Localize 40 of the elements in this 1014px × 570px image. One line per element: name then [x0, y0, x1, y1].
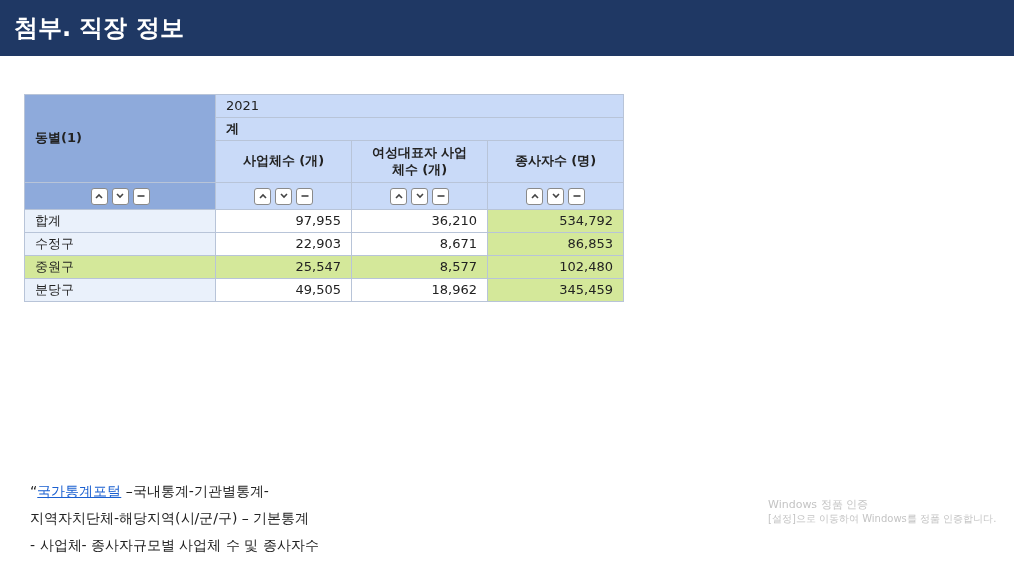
column-header-cell: 사업체수 (개)	[215, 140, 352, 183]
row-label-cell: 수정구	[24, 232, 216, 256]
column-header-cell: 종사자수 (명)	[487, 140, 624, 183]
table-cell: 36,210	[351, 209, 488, 233]
minus-button[interactable]	[568, 187, 585, 205]
row-label-cell: 분당구	[24, 278, 216, 302]
source-text: –국내통계-기관별통계-	[124, 483, 269, 499]
page-title: 첨부. 직장 정보	[14, 13, 184, 44]
table-cell: 25,547	[215, 255, 352, 279]
chevron-down-button[interactable]	[111, 187, 129, 205]
group-header-cell: 계	[215, 117, 624, 141]
table-cell: 345,459	[487, 278, 624, 302]
row-label-cell: 합계	[24, 209, 216, 233]
year-header-cell: 2021	[215, 94, 624, 118]
table-cell: 86,853	[487, 232, 624, 256]
chevron-up-button[interactable]	[254, 187, 271, 205]
minus-button[interactable]	[132, 187, 150, 205]
row-header-cell: 동별(1)	[24, 94, 216, 183]
source-text: - 사업체- 종사자규모별 사업체 수 및 종사자수	[30, 536, 319, 555]
minus-button[interactable]	[432, 187, 449, 205]
portal-link[interactable]: 국가통계포털	[37, 483, 122, 499]
table-cell: 18,962	[351, 278, 488, 302]
chevron-down-button[interactable]	[547, 187, 564, 205]
quote-mark: “	[30, 483, 38, 499]
chevron-up-button[interactable]	[390, 187, 407, 205]
table-cell: 534,792	[487, 209, 624, 233]
table-cell: 97,955	[215, 209, 352, 233]
chevron-down-button[interactable]	[411, 187, 428, 205]
row-label-cell: 중원구	[24, 255, 216, 279]
chevron-down-button[interactable]	[275, 187, 292, 205]
table-cell: 49,505	[215, 278, 352, 302]
chevron-up-button[interactable]	[526, 187, 543, 205]
column-header-cell: 여성대표자 사업 체수 (개)	[351, 140, 488, 183]
table-cell: 8,671	[351, 232, 488, 256]
table-cell: 22,903	[215, 232, 352, 256]
chevron-up-button[interactable]	[90, 187, 108, 205]
source-text: 지역자치단체-해당지역(시/군/구) – 기본통계	[30, 509, 311, 528]
table-cell: 102,480	[487, 255, 624, 279]
minus-button[interactable]	[296, 187, 313, 205]
table-cell: 8,577	[351, 255, 488, 279]
